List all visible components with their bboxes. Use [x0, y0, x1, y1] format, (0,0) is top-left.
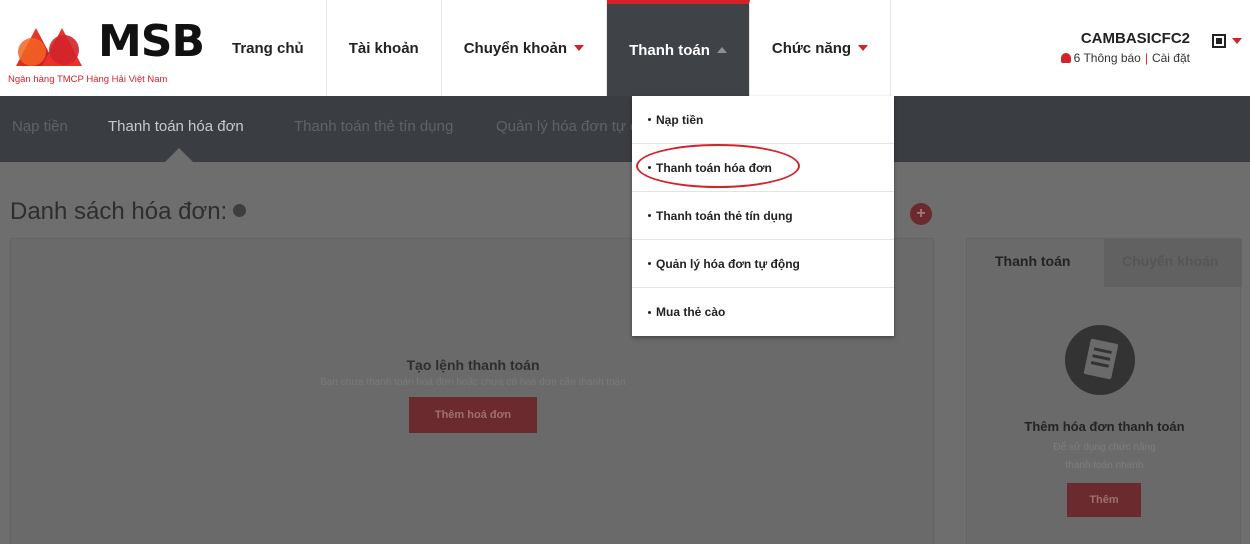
add-bill-button[interactable]: Thêm hoá đơn — [409, 397, 537, 433]
quick-pay-subtitle: Để sử dụng chức năng thanh toán nhanh — [967, 439, 1242, 475]
menu-item-credit-card[interactable]: Thanh toán thẻ tín dụng — [632, 192, 894, 240]
menu-item-topup[interactable]: Nạp tiền — [632, 96, 894, 144]
page-title-text: Danh sách hóa đơn: — [10, 198, 228, 225]
chevron-up-icon — [716, 47, 727, 53]
menu-item-scratch-card[interactable]: Mua thẻ cào — [632, 288, 894, 336]
subnav-item-bill-payment[interactable]: Thanh toán hóa đơn — [108, 118, 244, 135]
msb-logo-mark-icon — [16, 28, 82, 66]
subnav-item-topup[interactable]: Nạp tiền — [12, 118, 68, 135]
empty-state-title: Tạo lệnh thanh toán — [406, 357, 540, 373]
menu-item-auto-bill[interactable]: Quản lý hóa đơn tự động — [632, 240, 894, 288]
top-header: MSB Ngân hàng TMCP Hàng Hải Việt Nam Tra… — [0, 0, 1250, 96]
quick-pay-subtitle-line1: Để sử dụng chức năng — [1053, 442, 1156, 453]
user-menu-icon — [1212, 34, 1226, 48]
nav-item-home[interactable]: Trang chủ — [210, 0, 327, 96]
tab-payment[interactable]: Thanh toán — [995, 253, 1070, 269]
user-menu-toggle[interactable] — [1212, 34, 1242, 48]
bullet-icon — [648, 118, 651, 121]
document-icon — [1065, 325, 1135, 395]
bullet-icon — [648, 310, 651, 314]
page-title: Danh sách hóa đơn: — [10, 198, 247, 226]
nav-item-label: Chuyển khoản — [463, 39, 568, 57]
link-separator: | — [1144, 51, 1148, 65]
document-line — [1093, 347, 1112, 355]
username[interactable]: CAMBASICFC2 — [1040, 30, 1190, 47]
document-line — [1090, 361, 1109, 368]
quick-payment-panel: Thanh toán Chuyển khoản Thêm hóa đơn tha… — [966, 238, 1242, 544]
bullet-icon — [648, 214, 651, 217]
main-nav: Trang chủ Tài khoản Chuyển khoản Thanh t… — [210, 0, 892, 96]
chevron-down-icon — [858, 45, 869, 51]
highlight-annotation — [636, 144, 800, 188]
menu-item-label: Thanh toán thẻ tín dụng — [656, 208, 793, 223]
payment-dropdown-menu: Nạp tiền Thanh toán hóa đơn Thanh toán t… — [632, 96, 894, 336]
nav-item-label: Trang chủ — [232, 39, 304, 57]
document-sheet — [1083, 338, 1119, 380]
nav-item-transfer[interactable]: Chuyển khoản — [442, 0, 608, 96]
user-info: CAMBASICFC2 6 Thông báo | Cài đặt — [1040, 30, 1190, 65]
quick-pay-title: Thêm hóa đơn thanh toán — [1024, 419, 1185, 434]
chevron-down-icon — [1232, 38, 1242, 44]
document-line — [1092, 354, 1111, 361]
nav-item-label: Tài khoản — [348, 39, 419, 57]
bell-icon — [1060, 53, 1071, 63]
subnav-item-credit-card[interactable]: Thanh toán thẻ tín dụng — [294, 118, 453, 135]
add-quick-pay-button[interactable]: Thêm — [1067, 483, 1141, 517]
empty-state-subtitle: Bạn chưa thanh toán hoá đơn hoặc chưa có… — [320, 377, 626, 388]
nav-item-label: Thanh toán — [629, 41, 710, 59]
nav-item-label: Chức năng — [771, 39, 852, 57]
user-links: 6 Thông báo | Cài đặt — [1040, 51, 1190, 65]
logo-wordmark: MSB — [98, 16, 205, 67]
logo-subtitle: Ngân hàng TMCP Hàng Hải Việt Nam — [8, 74, 168, 85]
settings-link[interactable]: Cài đặt — [1152, 51, 1190, 65]
tab-transfer[interactable]: Chuyển khoản — [1122, 253, 1218, 269]
add-icon[interactable]: + — [910, 203, 932, 225]
msb-logo[interactable]: MSB Ngân hàng TMCP Hàng Hải Việt Nam — [8, 16, 208, 90]
menu-item-label: Nạp tiền — [656, 112, 704, 127]
notifications-link[interactable]: 6 Thông báo — [1074, 51, 1141, 65]
bullet-icon — [648, 262, 651, 265]
nav-item-payment[interactable]: Thanh toán — [607, 0, 750, 96]
nav-item-functions[interactable]: Chức năng — [750, 0, 892, 96]
menu-item-label: Mua thẻ cào — [656, 305, 726, 319]
nav-item-accounts[interactable]: Tài khoản — [327, 0, 442, 96]
active-tab-pointer — [165, 148, 193, 162]
chevron-down-icon — [574, 45, 585, 51]
menu-item-label: Quản lý hóa đơn tự động — [656, 256, 800, 271]
quick-pay-subtitle-line2: thanh toán nhanh — [1065, 460, 1144, 471]
help-icon[interactable] — [233, 204, 247, 217]
